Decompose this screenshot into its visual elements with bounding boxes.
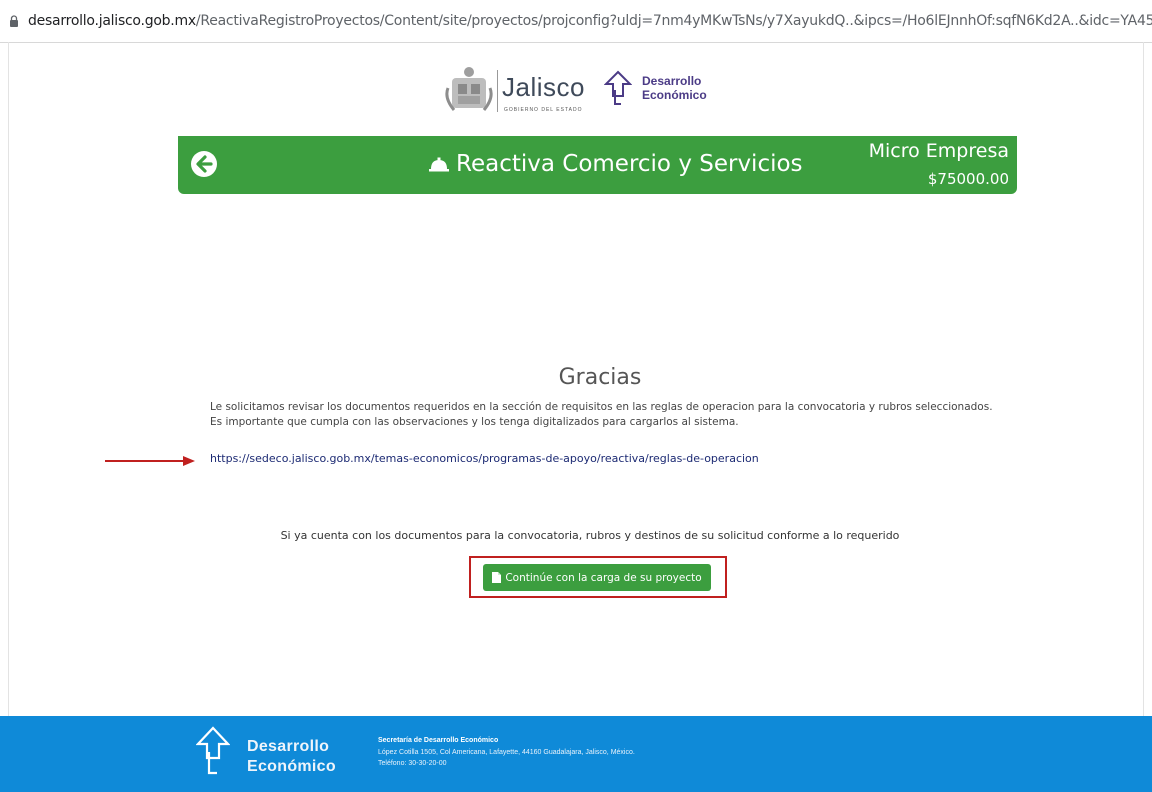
de-arrow-icon bbox=[604, 70, 632, 105]
jalisco-logo-text: Jalisco bbox=[502, 72, 585, 102]
instructions-paragraph-1: Le solicitamos revisar los documentos re… bbox=[210, 401, 993, 413]
de-logo-text: Desarrollo Económico bbox=[642, 74, 707, 102]
footer-de-arrow-icon bbox=[196, 726, 230, 775]
footer-brand: Desarrollo Económico bbox=[247, 737, 336, 777]
bell-icon bbox=[429, 157, 449, 172]
thanks-title: Gracias bbox=[558, 365, 642, 390]
continue-button-label: Continúe con la carga de su proyecto bbox=[505, 571, 702, 584]
red-arrow-icon bbox=[105, 456, 195, 466]
program-title: Reactiva Comercio y Servicios bbox=[428, 151, 803, 177]
reglas-operacion-link[interactable]: https://sedeco.jalisco.gob.mx/temas-econ… bbox=[210, 452, 759, 465]
de-logo-line2: Económico bbox=[642, 88, 707, 102]
footer-phone: Teléfono: 30-30-20-00 bbox=[378, 760, 447, 767]
url-text[interactable]: desarrollo.jalisco.gob.mx/ReactivaRegist… bbox=[28, 13, 1152, 29]
continue-button[interactable]: Continúe con la carga de su proyecto bbox=[483, 564, 711, 591]
lock-icon bbox=[10, 15, 18, 27]
program-bar: Reactiva Comercio y Servicios Micro Empr… bbox=[178, 136, 1017, 194]
url-path: /ReactivaRegistroProyectos/Content/site/… bbox=[195, 13, 1152, 29]
footer-org-name: Secretaría de Desarrollo Económico bbox=[378, 737, 499, 744]
address-bar[interactable]: desarrollo.jalisco.gob.mx/ReactivaRegist… bbox=[0, 0, 1152, 43]
header-logos: Jalisco GOBIERNO DEL ESTADO Desarrollo E… bbox=[440, 60, 740, 120]
page: desarrollo.jalisco.gob.mx/ReactivaRegist… bbox=[0, 0, 1152, 792]
company-size: Micro Empresa bbox=[868, 140, 1009, 162]
footer-address: López Cotilla 1505, Col Americana, Lafay… bbox=[378, 749, 635, 756]
logo-divider bbox=[497, 70, 498, 112]
footer-brand-line2: Económico bbox=[247, 758, 336, 775]
de-logo-line1: Desarrollo bbox=[642, 74, 702, 88]
url-host: desarrollo.jalisco.gob.mx bbox=[28, 13, 196, 29]
jalisco-logo-subtitle: GOBIERNO DEL ESTADO bbox=[504, 107, 583, 113]
support-amount: $75000.00 bbox=[927, 170, 1009, 188]
back-arrow-icon[interactable] bbox=[190, 150, 218, 178]
instructions-text: Le solicitamos revisar los documentos re… bbox=[210, 400, 1000, 430]
instructions-paragraph-2: Es importante que cumpla con las observa… bbox=[210, 416, 739, 428]
program-title-text: Reactiva Comercio y Servicios bbox=[456, 151, 803, 177]
jalisco-crest-icon bbox=[445, 67, 493, 111]
footer-brand-line1: Desarrollo bbox=[247, 738, 330, 755]
ready-documents-text: Si ya cuenta con los documentos para la … bbox=[280, 529, 900, 542]
document-icon bbox=[492, 572, 502, 583]
footer: Desarrollo Económico Secretaría de Desar… bbox=[0, 716, 1152, 792]
